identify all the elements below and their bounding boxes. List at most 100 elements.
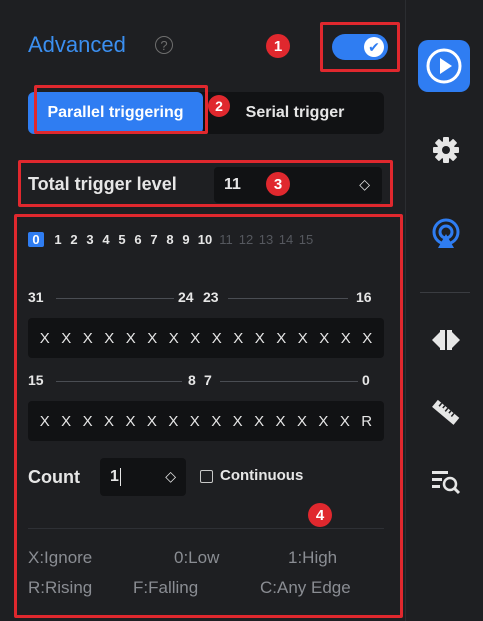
count-input[interactable]: 1 ◇ [100, 458, 186, 496]
bit-pattern-cell[interactable]: X [61, 330, 71, 347]
count-value: 1 [110, 468, 119, 485]
bit-pattern-cell[interactable]: X [341, 330, 351, 347]
ruler-icon[interactable] [424, 390, 468, 434]
bit-pattern-cell[interactable]: X [340, 413, 350, 430]
bit-pattern-cell[interactable]: X [104, 330, 114, 347]
advanced-panel: Advanced ? ✔ 1 Parallel triggering Seria… [0, 0, 405, 621]
bit-pattern-cell[interactable]: X [168, 413, 178, 430]
bit-pattern-cell[interactable]: X [297, 413, 307, 430]
range-label: 16 [356, 289, 372, 305]
range-label: 8 [188, 372, 196, 388]
broadcast-icon[interactable] [424, 212, 468, 256]
bit-9[interactable]: 9 [178, 232, 194, 247]
panel-title: Advanced [28, 32, 126, 57]
bit-pattern-cell[interactable]: X [190, 413, 200, 430]
bit-pattern-cell[interactable]: X [276, 330, 286, 347]
text-caret [120, 468, 121, 486]
upper-pattern-row: X X X X X X X X X X X X X X X X [28, 318, 384, 358]
bit-selector: 0 1 2 3 4 5 6 7 8 9 10 11 12 13 14 15 [28, 228, 384, 250]
bit-pattern-cell[interactable]: X [147, 413, 157, 430]
bit-pattern-cell[interactable]: X [61, 413, 71, 430]
bit-pattern-cell[interactable]: X [83, 330, 93, 347]
lower-bit-range: 15 8 7 0 [28, 372, 374, 392]
legend-low: 0:Low [174, 548, 220, 567]
annotation-badge-2: 2 [208, 95, 230, 117]
legend-any-edge: C:Any Edge [260, 578, 351, 597]
legend-high: 1:High [288, 548, 338, 567]
chevron-updown-icon: ◇ [165, 468, 176, 484]
gear-icon[interactable] [424, 128, 468, 172]
bit-pattern-cell[interactable]: X [126, 330, 136, 347]
count-label: Count [28, 467, 80, 487]
bit-5[interactable]: 5 [114, 232, 130, 247]
bit-pattern-cell[interactable]: X [318, 413, 328, 430]
toolbar-divider [420, 292, 470, 293]
annotation-badge-3: 3 [266, 172, 290, 196]
annotation-box-1 [320, 22, 400, 72]
bit-pattern-cell[interactable]: X [298, 330, 308, 347]
bit-pattern-cell[interactable]: X [40, 330, 50, 347]
bit-8[interactable]: 8 [162, 232, 178, 247]
bit-6[interactable]: 6 [130, 232, 146, 247]
bit-pattern-cell[interactable]: X [169, 330, 179, 347]
bit-10[interactable]: 10 [194, 232, 216, 247]
bit-3[interactable]: 3 [82, 232, 98, 247]
bit-pattern-cell[interactable]: X [233, 330, 243, 347]
legend-falling: F:Falling [133, 578, 199, 597]
bit-pattern-cell[interactable]: X [190, 330, 200, 347]
continuous-label[interactable]: Continuous [220, 467, 303, 484]
upper-bit-range: 31 24 23 16 [28, 289, 374, 309]
annotation-box-2 [34, 85, 208, 134]
bit-1[interactable]: 1 [50, 232, 66, 247]
range-label: 24 [178, 289, 194, 305]
bit-14: 14 [278, 231, 294, 247]
annotation-badge-4: 4 [308, 503, 332, 527]
range-label: 23 [203, 289, 219, 305]
bit-pattern-cell[interactable]: X [83, 413, 93, 430]
bit-2[interactable]: 2 [66, 232, 82, 247]
legend-divider [28, 528, 384, 529]
lower-pattern-row: X X X X X X X X X X X X X X X R [28, 401, 384, 441]
bit-pattern-cell[interactable]: X [40, 413, 50, 430]
bit-pattern-cell[interactable]: X [319, 330, 329, 347]
waveform-icon[interactable] [424, 318, 468, 362]
bit-pattern-cell[interactable]: X [212, 330, 222, 347]
bit-4[interactable]: 4 [98, 232, 114, 247]
bit-12: 12 [238, 231, 254, 247]
bit-pattern-cell[interactable]: R [361, 413, 372, 430]
range-label: 15 [28, 372, 44, 388]
right-toolbar [405, 0, 483, 621]
bit-7[interactable]: 7 [146, 232, 162, 247]
bit-pattern-cell[interactable]: X [233, 413, 243, 430]
bit-pattern-cell[interactable]: X [362, 330, 372, 347]
bit-pattern-cell[interactable]: X [104, 413, 114, 430]
trigger-level-select[interactable]: 11 ◇ [214, 167, 382, 203]
continuous-checkbox[interactable] [200, 470, 213, 483]
bit-15: 15 [298, 231, 314, 247]
bit-pattern-cell[interactable]: X [254, 413, 264, 430]
bit-pattern-cell[interactable]: X [255, 330, 265, 347]
chevron-updown-icon: ◇ [359, 176, 370, 192]
range-line [220, 381, 358, 382]
range-line [228, 298, 348, 299]
legend-ignore: X:Ignore [28, 548, 93, 567]
bit-11: 11 [219, 231, 233, 247]
bit-pattern-cell[interactable]: X [125, 413, 135, 430]
bit-pattern-cell[interactable]: X [147, 330, 157, 347]
trigger-level-value: 11 [224, 176, 241, 193]
question-circle-icon[interactable]: ? [155, 36, 173, 54]
range-line [56, 298, 174, 299]
bit-0[interactable]: 0 [28, 231, 44, 247]
tab-serial-trigger[interactable]: Serial trigger [206, 92, 384, 134]
search-list-icon[interactable] [424, 460, 468, 504]
annotation-badge-1: 1 [266, 34, 290, 58]
range-line [56, 381, 182, 382]
legend-rising: R:Rising [28, 578, 93, 597]
range-label: 0 [362, 372, 370, 388]
play-icon[interactable] [418, 40, 470, 92]
range-label: 7 [204, 372, 212, 388]
bit-pattern-cell[interactable]: X [211, 413, 221, 430]
bit-13: 13 [258, 231, 274, 247]
bit-pattern-cell[interactable]: X [276, 413, 286, 430]
trigger-level-label: Total trigger level [28, 174, 177, 194]
